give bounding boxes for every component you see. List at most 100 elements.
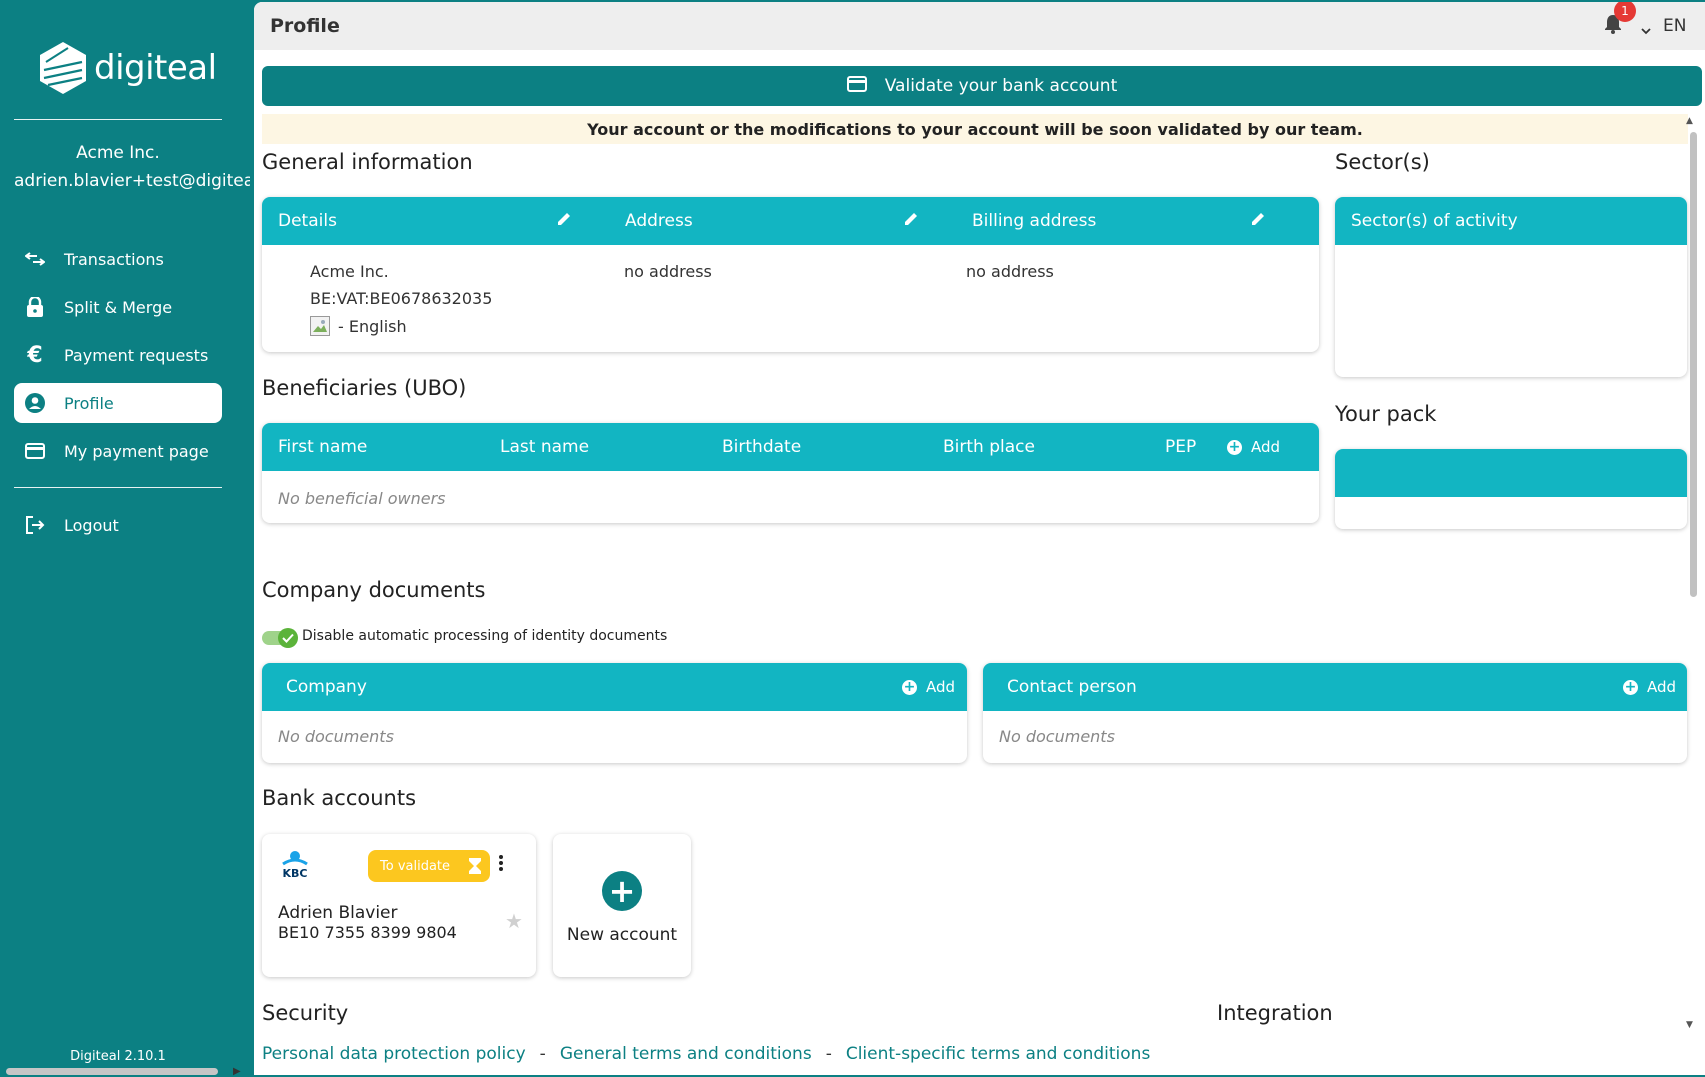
favorite-star-icon[interactable]: ★: [505, 909, 523, 933]
billing-address-value: no address: [966, 262, 1054, 281]
status-label: To validate: [380, 858, 451, 874]
general-info-header: Details Address Billing address: [262, 197, 1319, 245]
contact-documents-empty: No documents: [999, 727, 1115, 746]
add-ubo-button[interactable]: + Add: [1227, 423, 1280, 471]
language-selector[interactable]: EN: [1663, 16, 1686, 36]
edit-address-pencil-icon[interactable]: [903, 211, 919, 232]
more-options-icon[interactable]: [498, 854, 504, 876]
general-information-title: General information: [262, 150, 473, 174]
scroll-right-arrow-icon[interactable]: ▶: [233, 1066, 241, 1077]
euro-icon: €: [27, 342, 43, 368]
sidebar-item-payment-requests[interactable]: € Payment requests: [14, 335, 222, 375]
separator: -: [825, 1044, 832, 1064]
credit-card-icon: [846, 75, 867, 97]
ubo-empty-text: No beneficial owners: [278, 489, 446, 508]
billing-address-header: Billing address: [972, 211, 1097, 231]
add-company-document-button[interactable]: + Add: [902, 663, 955, 711]
edit-details-pencil-icon[interactable]: [556, 211, 572, 232]
details-header: Details: [278, 211, 337, 231]
validate-bank-account-button[interactable]: Validate your bank account: [262, 66, 1702, 106]
company-language: - English: [310, 316, 407, 336]
company-vat: BE:VAT:BE0678632035: [310, 289, 493, 308]
sidebar: digiteal Acme Inc. adrien.blavier+test@d…: [0, 0, 252, 1077]
sidebar-item-label: Payment requests: [64, 345, 209, 365]
sidebar-item-profile[interactable]: Profile: [14, 383, 222, 423]
sidebar-item-split-merge[interactable]: Split & Merge: [14, 287, 222, 327]
logo-text: digiteal: [94, 48, 217, 88]
contact-documents-panel: Contact person + Add No documents: [983, 663, 1687, 763]
logout-button[interactable]: Logout: [14, 505, 222, 545]
company-header-label: Company: [286, 677, 367, 697]
sectors-header-label: Sector(s) of activity: [1351, 211, 1518, 231]
horizontal-scrollbar[interactable]: [6, 1068, 218, 1075]
privacy-policy-link[interactable]: Personal data protection policy: [262, 1044, 526, 1064]
credit-card-icon: [24, 440, 46, 462]
ubo-col-last-name: Last name: [500, 437, 590, 457]
digiteal-logo[interactable]: digiteal: [38, 40, 217, 96]
plus-icon: +: [602, 871, 642, 911]
plus-circle-icon: +: [902, 679, 917, 695]
pack-panel: [1335, 449, 1687, 529]
pack-header: [1335, 449, 1687, 497]
ubo-col-first-name: First name: [278, 437, 368, 457]
scroll-down-arrow-icon[interactable]: ▼: [1686, 1020, 1693, 1030]
check-icon: [278, 628, 298, 648]
sectors-title: Sector(s): [1335, 150, 1430, 174]
account-circle-icon: [24, 392, 46, 414]
app-version: Digiteal 2.10.1: [70, 1049, 166, 1064]
disable-processing-toggle[interactable]: [262, 628, 298, 648]
bank-account-card[interactable]: KBC To validate Adrien Blavier BE10 7355…: [262, 834, 536, 977]
sidebar-item-label: Transactions: [64, 249, 164, 269]
new-account-button[interactable]: + New account: [553, 834, 691, 977]
security-title: Security: [262, 1001, 349, 1025]
sidebar-divider: [14, 487, 222, 488]
general-terms-link[interactable]: General terms and conditions: [560, 1044, 812, 1064]
bank-accounts-title: Bank accounts: [262, 786, 417, 810]
ubo-col-birth-place: Birth place: [943, 437, 1035, 457]
kbc-logo-text: KBC: [283, 867, 308, 878]
ubo-title: Beneficiaries (UBO): [262, 376, 467, 400]
client-terms-link[interactable]: Client-specific terms and conditions: [846, 1044, 1150, 1064]
add-label: Add: [1251, 438, 1281, 456]
digiteal-logo-icon: [40, 42, 86, 94]
notification-badge: 1: [1614, 2, 1636, 22]
integration-title: Integration: [1217, 1001, 1333, 1025]
company-legal-name: Acme Inc.: [310, 262, 389, 281]
chevron-down-icon[interactable]: [1641, 20, 1651, 39]
validation-notice: Your account or the modifications to you…: [262, 114, 1688, 144]
your-pack-title: Your pack: [1335, 402, 1437, 426]
plus-circle-icon: +: [1623, 679, 1638, 695]
kbc-bank-logo: KBC: [278, 850, 312, 882]
general-info-panel: Details Address Billing address Acme Inc…: [262, 197, 1319, 352]
topbar: Profile 1 EN: [254, 2, 1705, 50]
sidebar-item-payment-page[interactable]: My payment page: [14, 431, 222, 471]
page-title: Profile: [270, 15, 340, 37]
separator: -: [539, 1044, 546, 1064]
add-label: Add: [926, 678, 956, 696]
company-name: Acme Inc.: [76, 143, 160, 163]
company-documents-panel: Company + Add No documents: [262, 663, 967, 763]
vertical-scrollbar[interactable]: [1690, 132, 1697, 597]
contact-documents-header: Contact person + Add: [983, 663, 1687, 711]
main-content: Profile 1 EN Validate your bank account …: [254, 2, 1705, 1075]
plus-circle-icon: +: [1227, 439, 1242, 455]
sectors-panel: Sector(s) of activity: [1335, 197, 1687, 377]
edit-billing-pencil-icon[interactable]: [1250, 211, 1266, 232]
ubo-header: First name Last name Birthdate Birth pla…: [262, 423, 1319, 471]
sidebar-divider: [14, 119, 222, 120]
account-iban: BE10 7355 8399 9804: [278, 923, 457, 942]
logout-icon: [24, 514, 46, 536]
to-validate-badge: To validate: [368, 850, 490, 882]
company-documents-empty: No documents: [278, 727, 394, 746]
ubo-col-pep: PEP: [1165, 437, 1197, 457]
scroll-up-arrow-icon[interactable]: ▲: [1686, 116, 1693, 126]
account-holder: Adrien Blavier: [278, 903, 398, 923]
flag-image-icon: [310, 316, 330, 336]
ubo-panel: First name Last name Birthdate Birth pla…: [262, 423, 1319, 523]
sidebar-item-transactions[interactable]: Transactions: [14, 239, 222, 279]
ubo-col-birthdate: Birthdate: [722, 437, 802, 457]
add-label: Add: [1647, 678, 1677, 696]
lock-icon: [24, 296, 46, 318]
add-contact-document-button[interactable]: + Add: [1623, 663, 1676, 711]
toggle-label: Disable automatic processing of identity…: [302, 628, 668, 644]
